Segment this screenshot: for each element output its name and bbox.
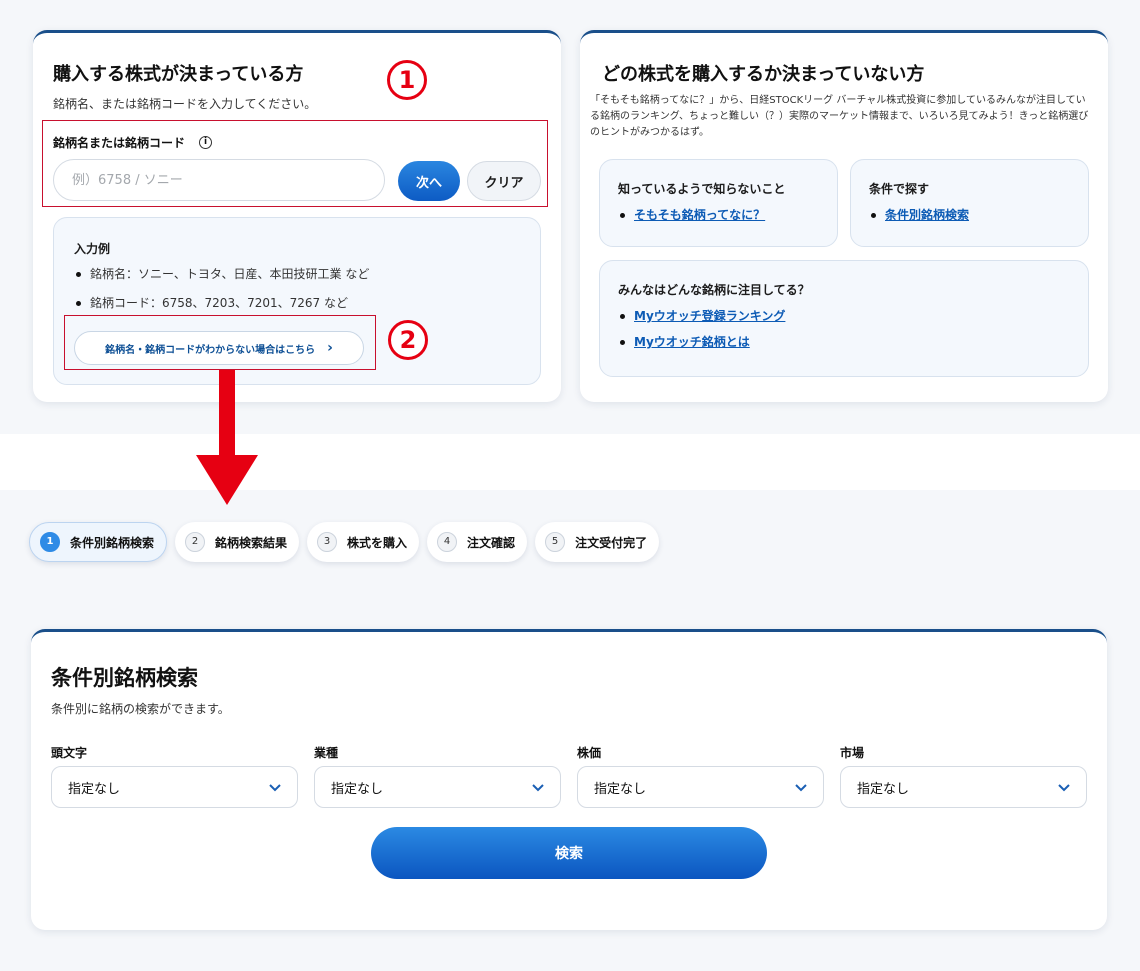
what-is-stock-link[interactable]: そもそも銘柄ってなに？	[634, 208, 765, 222]
down-arrow-icon	[196, 455, 258, 505]
watch-ranking-link[interactable]: Myウオッチ登録ランキング	[634, 309, 785, 323]
marker-1: 1	[387, 60, 427, 100]
popular-stocks-title: みんなはどんな銘柄に注目してる？	[618, 283, 810, 297]
condition-search-description: 条件別に銘柄の検索ができます。	[51, 702, 230, 716]
initial-select[interactable]: 指定なし	[51, 766, 298, 808]
known-stock-title: 購入する株式が決まっている方	[53, 64, 304, 85]
price-select-value: 指定なし	[594, 781, 647, 797]
step-number: 1	[40, 532, 60, 552]
search-button[interactable]: 検索	[371, 827, 767, 879]
chevron-down-icon	[795, 784, 807, 792]
input-example-list: 銘柄名：ソニー、トヨタ、日産、本田技研工業 など 銘柄コード：6758、7203…	[74, 260, 369, 318]
basics-box: 知っているようで知らないこと そもそも銘柄ってなに？	[599, 159, 838, 247]
basics-title: 知っているようで知らないこと	[618, 182, 786, 196]
list-item: そもそも銘柄ってなに？	[618, 202, 765, 228]
list-item: Myウオッチ銘柄とは	[618, 329, 785, 355]
step-number: 4	[437, 532, 458, 552]
initial-select-value: 指定なし	[68, 781, 121, 797]
input-example-title: 入力例	[74, 242, 111, 256]
price-select[interactable]: 指定なし	[577, 766, 824, 808]
list-item: 銘柄名：ソニー、トヨタ、日産、本田技研工業 など	[74, 260, 369, 289]
market-select[interactable]: 指定なし	[840, 766, 1087, 808]
popular-stocks-links: Myウオッチ登録ランキング Myウオッチ銘柄とは	[618, 303, 785, 355]
down-arrow-shaft	[219, 370, 235, 456]
step-number: 3	[317, 532, 338, 552]
industry-label: 業種	[314, 746, 339, 760]
watch-about-link[interactable]: Myウオッチ銘柄とは	[634, 335, 750, 349]
search-by-condition-title: 条件で探す	[869, 182, 930, 196]
step-label: 注文確認	[467, 535, 516, 550]
market-label: 市場	[840, 746, 865, 760]
condition-search-link[interactable]: 条件別銘柄検索	[885, 208, 969, 222]
search-by-condition-box: 条件で探す 条件別銘柄検索	[850, 159, 1089, 247]
initial-label: 頭文字	[51, 746, 88, 760]
undecided-stock-title: どの株式を購入するか決まっていない方	[602, 64, 925, 85]
chevron-down-icon	[269, 784, 281, 792]
market-select-value: 指定なし	[857, 781, 910, 797]
condition-search-card: 条件別銘柄検索 条件別に銘柄の検索ができます。 頭文字 指定なし 業種 指定なし…	[31, 629, 1107, 930]
industry-select[interactable]: 指定なし	[314, 766, 561, 808]
step-number: 2	[185, 532, 206, 552]
chevron-down-icon	[1058, 784, 1070, 792]
step-label: 銘柄検索結果	[215, 535, 288, 550]
search-by-condition-links: 条件別銘柄検索	[869, 202, 969, 228]
basics-links: そもそも銘柄ってなに？	[618, 202, 765, 228]
popular-stocks-box: みんなはどんな銘柄に注目してる？ Myウオッチ登録ランキング Myウオッチ銘柄と…	[599, 260, 1089, 377]
list-item: 条件別銘柄検索	[869, 202, 969, 228]
list-item: Myウオッチ登録ランキング	[618, 303, 785, 329]
industry-select-value: 指定なし	[331, 781, 384, 797]
step-buy-stock[interactable]: 3 株式を購入	[307, 522, 420, 562]
highlight-box-2	[64, 315, 376, 370]
step-search-results[interactable]: 2 銘柄検索結果	[175, 522, 300, 562]
progress-steps: 1 条件別銘柄検索 2 銘柄検索結果 3 株式を購入 4 注文確認 5 注文受付…	[29, 522, 660, 562]
undecided-stock-description: 「そもそも銘柄ってなに？」から、日経STOCKリーグ バーチャル株式投資に参加し…	[590, 95, 1089, 138]
chevron-down-icon	[532, 784, 544, 792]
list-item: 銘柄コード：6758、7203、7201、7267 など	[74, 289, 369, 318]
marker-2: 2	[388, 320, 428, 360]
step-label: 条件別銘柄検索	[70, 535, 155, 550]
undecided-stock-card: どの株式を購入するか決まっていない方 「そもそも銘柄ってなに？」から、日経STO…	[580, 30, 1108, 402]
step-order-confirm[interactable]: 4 注文確認	[427, 522, 528, 562]
known-stock-description: 銘柄名、または銘柄コードを入力してください。	[53, 97, 317, 111]
price-label: 株価	[577, 746, 602, 760]
step-number: 5	[545, 532, 566, 552]
condition-search-title: 条件別銘柄検索	[51, 666, 198, 690]
step-order-complete[interactable]: 5 注文受付完了	[535, 522, 660, 562]
highlight-box-1	[42, 120, 548, 207]
step-label: 注文受付完了	[575, 535, 648, 550]
step-label: 株式を購入	[347, 535, 408, 550]
step-condition-search[interactable]: 1 条件別銘柄検索	[29, 522, 168, 562]
